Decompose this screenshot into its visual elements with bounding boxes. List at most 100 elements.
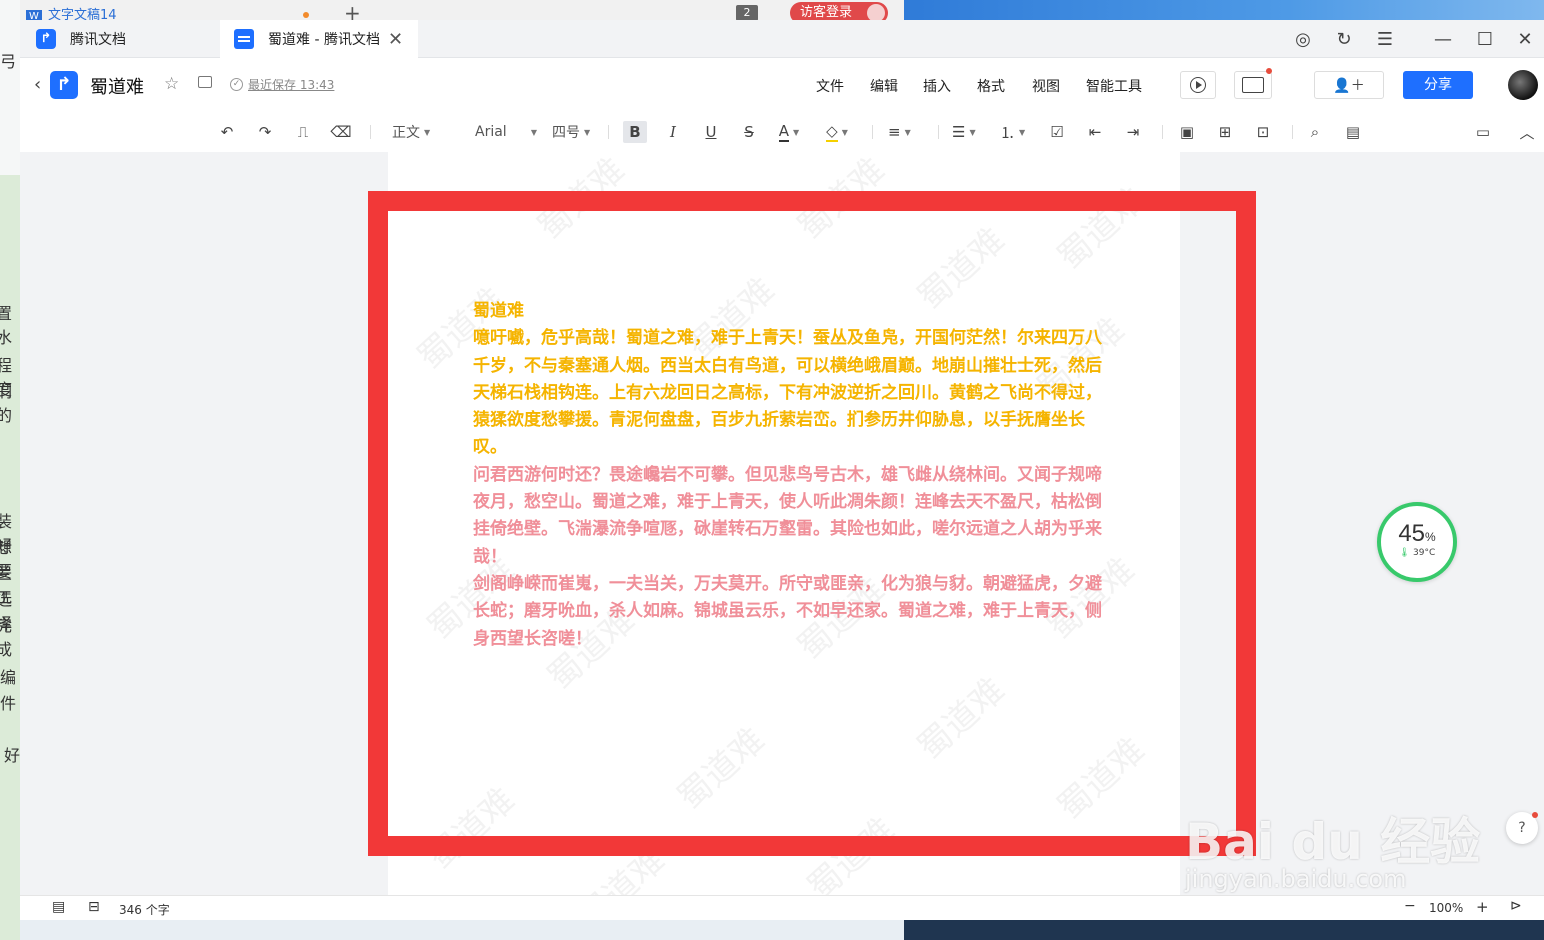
menu-insert[interactable]: 插入: [923, 76, 951, 96]
menu-view[interactable]: 视图: [1032, 76, 1060, 96]
zoom-in-icon[interactable]: +: [1476, 898, 1489, 916]
save-status[interactable]: ✓ 最近保存 13:43: [230, 76, 334, 93]
font-size-select[interactable]: 四号 ▼: [552, 121, 590, 143]
system-monitor-widget[interactable]: 45% 🌡 39°C: [1377, 502, 1457, 582]
star-icon[interactable]: ☆: [164, 74, 179, 94]
play-button[interactable]: [1180, 71, 1216, 99]
menu-file[interactable]: 文件: [816, 76, 844, 96]
document-info-icon[interactable]: ▤: [1342, 121, 1364, 143]
presentation-button[interactable]: [1234, 71, 1272, 99]
menu-edit[interactable]: 编辑: [870, 76, 898, 96]
toolbar-divider: [1292, 125, 1293, 139]
find-replace-icon[interactable]: ⌕: [1304, 121, 1326, 143]
chevron-down-icon: ▼: [584, 127, 591, 137]
edge-text: 们的: [0, 382, 13, 425]
background-bottom-strip: [904, 920, 1544, 940]
monitor-percent-unit: %: [1425, 530, 1436, 544]
save-status-label: 最近保存 13:43: [248, 78, 335, 92]
toolbar-divider: [1162, 125, 1163, 139]
zoom-out-icon[interactable]: −: [1404, 898, 1416, 914]
add-user-icon: 👤＋: [1333, 78, 1365, 94]
comment-panel-icon[interactable]: ▭: [1472, 121, 1494, 143]
outline-icon[interactable]: ▤: [52, 899, 65, 915]
page-layout-icon[interactable]: ⊟: [88, 899, 100, 915]
tab-document[interactable]: 蜀道难 - 腾讯文档 ✕: [220, 20, 418, 58]
clear-format-icon[interactable]: ⌫: [330, 121, 352, 143]
share-button[interactable]: 分享: [1403, 71, 1473, 99]
edge-text: 件: [0, 694, 17, 713]
edge-text: 完成: [0, 616, 13, 659]
document-icon: [234, 29, 254, 49]
checklist-icon[interactable]: ☑: [1046, 121, 1068, 143]
user-avatar[interactable]: [1508, 70, 1538, 100]
paragraph-style-value: 正文: [392, 125, 420, 141]
edge-text: 置水: [0, 304, 13, 347]
baidu-jingyan-watermark: Bai du 经验: [1185, 813, 1481, 871]
chevron-down-icon: ▼: [530, 127, 537, 137]
menu-smart-tools[interactable]: 智能工具: [1086, 76, 1142, 96]
monitor-percent-value: 45: [1398, 520, 1426, 547]
thermometer-icon: 🌡: [1398, 548, 1411, 558]
check-circle-icon: ✓: [230, 78, 243, 91]
paragraph-style-select[interactable]: 正文 ▼: [392, 121, 430, 143]
redo-icon[interactable]: ↷: [254, 121, 276, 143]
font-color-icon[interactable]: A ▼: [778, 121, 800, 143]
bold-icon[interactable]: B: [623, 121, 647, 143]
outdent-icon[interactable]: ⇤: [1084, 121, 1106, 143]
insert-image-icon[interactable]: ▣: [1176, 121, 1198, 143]
compass-icon[interactable]: ◎: [1283, 20, 1323, 58]
edge-text: 好: [4, 746, 21, 765]
window-tab-bar: ↱ 腾讯文档 蜀道难 - 腾讯文档 ✕ ◎ ↻ ☰ — ☐ ✕: [20, 20, 1544, 58]
close-icon[interactable]: ✕: [388, 29, 403, 50]
tab-count-badge[interactable]: 2: [736, 5, 758, 21]
tab-home[interactable]: ↱ 腾讯文档: [36, 20, 126, 58]
tencent-docs-brand-icon[interactable]: ↱: [50, 71, 78, 99]
collaborator-button[interactable]: 👤＋: [1314, 71, 1384, 99]
back-chevron-icon[interactable]: ‹: [34, 74, 41, 95]
presentation-icon: [1242, 77, 1264, 93]
edge-text: 弓: [0, 52, 17, 71]
highlight-annotation-box: [368, 191, 1256, 856]
background-game-banner: [904, 0, 1544, 22]
word-count[interactable]: 346 个字: [119, 901, 170, 918]
move-folder-icon[interactable]: [198, 76, 212, 88]
menu-icon[interactable]: ☰: [1365, 20, 1405, 58]
baidu-jingyan-url: jingyan.baidu.com: [1185, 865, 1407, 893]
maximize-icon[interactable]: ☐: [1465, 20, 1505, 58]
zoom-level[interactable]: 100%: [1429, 901, 1463, 915]
insert-table-icon[interactable]: ⊞: [1214, 121, 1236, 143]
tab-document-label: 蜀道难 - 腾讯文档: [268, 32, 380, 48]
tencent-docs-window: ↱ 腾讯文档 蜀道难 - 腾讯文档 ✕ ◎ ↻ ☰ — ☐ ✕ ‹ ↱ 蜀道难 …: [20, 20, 1544, 920]
monitor-percent: 45%: [1381, 520, 1453, 548]
chevron-down-icon: ▼: [904, 127, 911, 137]
align-icon[interactable]: ≡ ▼: [888, 121, 911, 143]
window-close-icon[interactable]: ✕: [1505, 20, 1544, 58]
document-title[interactable]: 蜀道难: [90, 73, 144, 99]
strikethrough-icon[interactable]: S: [738, 121, 760, 143]
background-tab-strip: W 文字文稿14 + 2 访客登录: [0, 0, 1544, 25]
edge-text: 编: [0, 668, 17, 687]
italic-icon[interactable]: I: [662, 121, 684, 143]
numbered-list-icon[interactable]: ⒈ ▼: [1000, 121, 1025, 143]
chevron-down-icon: ▼: [424, 127, 431, 137]
play-circle-icon[interactable]: ⊳: [1510, 898, 1522, 914]
font-family-select[interactable]: Arial ▼: [475, 121, 537, 143]
monitor-temperature: 🌡 39°C: [1381, 548, 1453, 558]
highlight-icon[interactable]: ◇ ▼: [826, 121, 848, 143]
background-left-window: 弓 置水 程度 们的 装好 想要 兰工 选择 完成 编 件 好: [0, 0, 20, 940]
format-painter-icon[interactable]: ⎍: [292, 121, 314, 143]
font-size-value: 四号: [552, 125, 580, 141]
indent-icon[interactable]: ⇥: [1122, 121, 1144, 143]
help-button[interactable]: ?: [1506, 812, 1538, 844]
tab-home-label: 腾讯文档: [70, 32, 126, 48]
menu-format[interactable]: 格式: [977, 76, 1005, 96]
play-icon: [1190, 77, 1206, 93]
minimize-icon[interactable]: —: [1423, 20, 1463, 58]
bullet-list-icon[interactable]: ☰ ▼: [952, 121, 976, 143]
refresh-icon[interactable]: ↻: [1324, 20, 1364, 58]
format-toolbar: ↶ ↷ ⎍ ⌫ 正文 ▼ Arial ▼ 四号 ▼ B I U S A ▼ ◇ ▼ ≡ ▼ …: [20, 112, 1544, 152]
collapse-toolbar-icon[interactable]: ︿: [1516, 121, 1538, 143]
underline-icon[interactable]: U: [700, 121, 722, 143]
insert-comment-icon[interactable]: ⊡: [1252, 121, 1274, 143]
undo-icon[interactable]: ↶: [216, 121, 238, 143]
